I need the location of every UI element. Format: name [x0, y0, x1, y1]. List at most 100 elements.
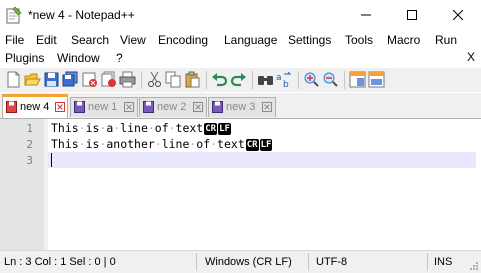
new-file-icon[interactable]: [5, 71, 22, 88]
status-bar: Ln : 3 Col : 1 Sel : 0 | 0 Windows (CR L…: [0, 250, 481, 273]
zoom-out-icon[interactable]: [322, 71, 339, 88]
close-document-button[interactable]: X: [467, 50, 475, 64]
tab-label: new 2: [157, 101, 187, 113]
menu-view[interactable]: View: [120, 33, 146, 47]
menu-file[interactable]: File: [5, 33, 24, 47]
line-number: 2: [26, 138, 33, 151]
cut-icon[interactable]: [146, 71, 163, 88]
find-icon[interactable]: [257, 71, 274, 88]
status-separator: [427, 253, 428, 271]
tab-label: new 1: [88, 101, 118, 113]
undo-icon[interactable]: [211, 71, 228, 88]
tab-new-1[interactable]: new 1: [70, 97, 138, 117]
svg-text:b: b: [283, 80, 289, 88]
print-icon[interactable]: [119, 71, 136, 88]
tab-close-icon[interactable]: [55, 102, 65, 112]
tab-new-2[interactable]: new 2: [139, 97, 207, 117]
code-token: line: [120, 121, 148, 135]
maximize-button[interactable]: [389, 0, 435, 30]
replace-icon[interactable]: ab: [276, 71, 293, 88]
menu-tools[interactable]: Tools: [345, 33, 373, 47]
menu-macro[interactable]: Macro: [387, 33, 420, 47]
whitespace-marker: ·: [78, 137, 86, 151]
toolbar-separator: [298, 71, 299, 89]
close-icon: [453, 10, 463, 20]
code-line: This·is·a·line·of·text CR LF: [51, 120, 231, 136]
resize-grip-icon[interactable]: [469, 261, 479, 271]
tab-label: new 4: [20, 101, 50, 113]
code-token: of: [196, 137, 211, 151]
code-token: line: [161, 137, 190, 151]
eol-marker-lf: LF: [218, 123, 231, 135]
title-bar: *new 4 - Notepad++: [0, 0, 481, 30]
code-token: a: [106, 121, 114, 135]
sync-vertical-icon[interactable]: [349, 71, 366, 88]
tab-label: new 3: [226, 101, 256, 113]
toolbar: ab: [0, 68, 481, 92]
minimize-icon: [361, 14, 371, 16]
menu-run[interactable]: Run: [435, 33, 457, 47]
cursor-position: Ln : 3 Col : 1 Sel : 0 | 0: [4, 256, 116, 268]
menu-encoding[interactable]: Encoding: [158, 33, 208, 47]
insert-mode-indicator[interactable]: INS: [434, 256, 452, 268]
tab-new-3[interactable]: new 3: [208, 97, 276, 117]
code-token: text: [175, 121, 204, 135]
toolbar-separator: [206, 71, 207, 89]
code-token: another: [106, 137, 155, 151]
menu-window[interactable]: Window: [57, 51, 100, 65]
encoding-indicator[interactable]: UTF-8: [316, 256, 347, 268]
code-token: text: [217, 137, 245, 151]
close-all-icon[interactable]: [100, 71, 117, 88]
fold-margin: [44, 119, 48, 250]
copy-icon[interactable]: [165, 71, 182, 88]
close-window-button[interactable]: [435, 0, 481, 30]
eol-marker-cr: CR: [204, 123, 218, 135]
paste-icon[interactable]: [184, 71, 201, 88]
notepadpp-app-icon[interactable]: [6, 6, 22, 24]
eol-marker-cr: CR: [245, 139, 259, 151]
open-file-icon[interactable]: [24, 71, 41, 88]
current-line-highlight: [48, 152, 476, 168]
toolbar-separator: [252, 71, 253, 89]
tab-close-icon[interactable]: [124, 102, 134, 112]
minimize-button[interactable]: [343, 0, 389, 30]
tab-bar: new 4 new 1 new 2 new 3: [0, 93, 481, 119]
eol-format[interactable]: Windows (CR LF): [205, 256, 292, 268]
toolbar-separator: [141, 71, 142, 89]
sync-horizontal-icon[interactable]: [368, 71, 385, 88]
code-token: is: [85, 137, 100, 151]
tab-close-icon[interactable]: [262, 102, 272, 112]
maximize-icon: [407, 10, 417, 20]
menu-settings[interactable]: Settings: [288, 33, 331, 47]
line-number-gutter: 1 2 3: [0, 119, 44, 250]
code-token: of: [154, 121, 169, 135]
whitespace-marker: ·: [78, 121, 86, 135]
line-number: 3: [26, 154, 33, 167]
tab-new-4[interactable]: new 4: [2, 94, 68, 118]
save-all-icon[interactable]: [62, 71, 79, 88]
eol-marker-lf: LF: [259, 139, 273, 151]
tab-close-icon[interactable]: [193, 102, 203, 112]
menu-edit[interactable]: Edit: [36, 33, 57, 47]
code-token: This: [51, 121, 79, 135]
close-file-icon[interactable]: [81, 71, 98, 88]
saved-file-icon: [74, 101, 85, 113]
save-icon[interactable]: [43, 71, 60, 88]
redo-icon[interactable]: [230, 71, 247, 88]
whitespace-marker: ·: [154, 137, 162, 151]
whitespace-marker: ·: [210, 137, 218, 151]
status-separator: [308, 253, 309, 271]
whitespace-marker: ·: [147, 121, 155, 135]
menu-plugins[interactable]: Plugins: [5, 51, 44, 65]
unsaved-file-icon: [6, 101, 17, 113]
toolbar-separator: [344, 71, 345, 89]
code-token: is: [85, 121, 100, 135]
zoom-in-icon[interactable]: [303, 71, 320, 88]
menu-search[interactable]: Search: [71, 33, 109, 47]
menu-language[interactable]: Language: [224, 33, 277, 47]
menu-help[interactable]: ?: [116, 51, 123, 65]
menu-bar: File Edit Search View Encoding Language …: [0, 31, 481, 69]
status-separator: [196, 253, 197, 271]
text-editor[interactable]: 1 2 3 This·is·a·line·of·text CR LF This·is…: [0, 119, 481, 250]
code-token: This: [51, 137, 79, 151]
